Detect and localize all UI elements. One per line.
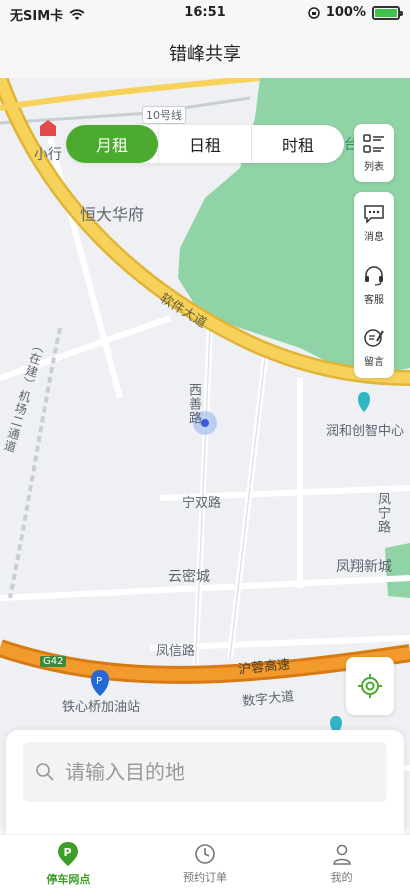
tab-profile-label: 我的	[330, 870, 353, 884]
nav-bar: 错峰共享	[0, 28, 410, 78]
battery-icon	[372, 5, 403, 20]
feedback-label: 留言	[364, 356, 384, 368]
headset-icon	[365, 265, 383, 286]
map-label-ningshuang: 宁双路	[182, 496, 222, 511]
list-label: 列表	[364, 161, 384, 173]
rent-type-tabs: 月租 日租 时租	[66, 125, 344, 163]
page-title: 错峰共享	[169, 44, 241, 65]
status-bar: 无SIM卡 16:51 100%	[0, 0, 410, 28]
map-label-hengda: 恒大华府	[80, 205, 145, 224]
map-label-fengxin: 凤信路	[156, 644, 196, 659]
clock-icon	[195, 843, 215, 864]
person-icon	[332, 844, 351, 865]
message-label: 消息	[364, 231, 384, 243]
action-button-group: 消息 客服 留言	[354, 192, 394, 378]
map-label-runhe: 润和创智中心	[326, 424, 405, 439]
map-label-xiaoxing: 小行	[34, 147, 62, 163]
tab-parking-label: 停车网点	[46, 872, 91, 886]
orientation-lock-icon	[308, 6, 320, 19]
search-icon	[36, 763, 54, 781]
map-label-xishan: 西善路	[186, 383, 201, 425]
search-input[interactable]	[65, 760, 345, 784]
message-button[interactable]: 消息	[354, 192, 394, 254]
svg-text:P: P	[64, 846, 72, 859]
poi-marker-gas: P	[91, 670, 109, 696]
map-canvas: P	[0, 78, 410, 781]
tab-hourly[interactable]: 时租	[251, 125, 344, 163]
service-button[interactable]: 客服	[354, 254, 394, 316]
bottom-tab-bar: P 停车网点 预约订单 我的	[0, 834, 410, 892]
map-label-yunmi: 云密城	[168, 569, 210, 585]
poi-marker-xiaoxing	[40, 120, 56, 136]
list-button[interactable]: 列表	[354, 124, 394, 182]
message-icon	[364, 204, 384, 224]
battery-percent: 100%	[325, 5, 366, 20]
map-label-g42: G42	[40, 656, 67, 667]
map-label-fengxiang: 凤翔新城	[336, 559, 392, 575]
service-label: 客服	[364, 294, 384, 306]
tab-orders[interactable]: 预约订单	[137, 835, 274, 892]
locate-button[interactable]	[346, 657, 394, 715]
map-label-line10: 10号线	[142, 106, 186, 124]
list-icon	[363, 133, 384, 153]
feedback-button[interactable]: 留言	[354, 316, 394, 378]
tab-orders-label: 预约订单	[183, 870, 227, 884]
tab-daily[interactable]: 日租	[158, 125, 251, 163]
map-view[interactable]: P 小行 10号线 恒大华府 软件大道 （在建）机场二通道 西善路 润和创智中心…	[0, 78, 410, 828]
locate-icon	[358, 674, 382, 698]
feedback-icon	[364, 328, 384, 347]
search-box[interactable]	[23, 742, 387, 802]
map-label-fengning: 凤宁路	[375, 492, 390, 534]
poi-marker-runhe	[358, 392, 370, 412]
tab-parking[interactable]: P 停车网点	[0, 835, 137, 892]
tab-profile[interactable]: 我的	[273, 835, 410, 892]
map-label-tiexinqiao: 铁心桥加油站	[62, 700, 141, 715]
tab-monthly[interactable]: 月租	[66, 125, 158, 163]
list-button-group: 列表	[354, 124, 394, 182]
battery-group: 100%	[308, 5, 403, 20]
battery-fill	[375, 8, 397, 17]
svg-text:P: P	[96, 676, 102, 687]
parking-icon: P	[58, 841, 79, 866]
search-panel	[6, 730, 404, 834]
